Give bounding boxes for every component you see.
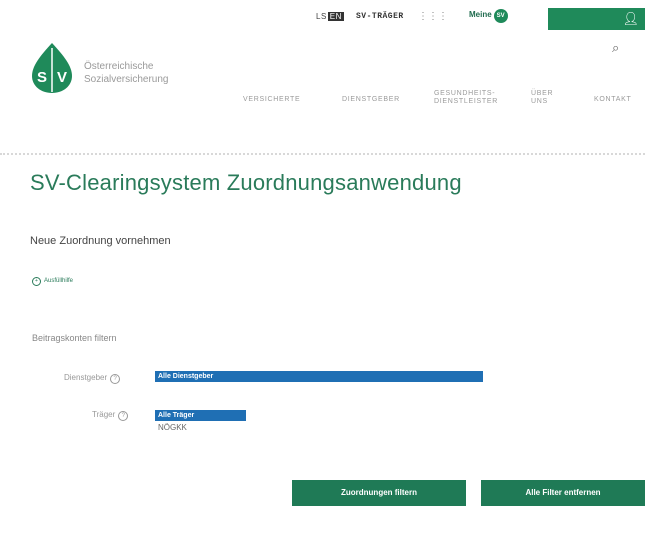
traeger-select-selected[interactable]: Alle Träger — [155, 410, 246, 421]
logo-text: Österreichische Sozialversicherung — [84, 60, 169, 86]
page-title: SV-Clearingsystem Zuordnungsanwendung — [30, 170, 462, 195]
meine-sv-link[interactable]: Meine SV — [469, 9, 508, 23]
dienstgeber-label: Dienstgeber? — [64, 373, 121, 384]
grid-icon[interactable]: ⋮⋮⋮ — [418, 11, 448, 22]
language-box: EN — [327, 12, 344, 21]
traeger-option[interactable]: NÖGKK — [158, 423, 187, 432]
filter-heading: Beitragskonten filtern — [32, 333, 117, 343]
logo-line-2: Sozialversicherung — [84, 74, 169, 85]
sv-logo[interactable]: S V — [30, 42, 74, 94]
help-icon[interactable]: ? — [118, 411, 129, 421]
nav-gesundheitsdienstleister[interactable]: GESUNDHEITS- DIENSTLEISTER — [434, 90, 498, 106]
nav-ueber-uns[interactable]: ÜBER UNS — [531, 90, 553, 106]
user-icon: 👤︎ — [622, 11, 639, 26]
search-icon[interactable]: ⌕ — [612, 40, 619, 56]
nav-gesundheit-line-2: DIENSTLEISTER — [434, 98, 498, 105]
help-icon[interactable]: ? — [110, 374, 121, 384]
nav-gesundheit-line-1: GESUNDHEITS- — [434, 90, 496, 97]
svg-text:V: V — [57, 69, 67, 86]
traeger-label: Träger? — [92, 410, 129, 421]
traeger-label-text: Träger — [92, 410, 116, 419]
nav-versicherte[interactable]: VERSICHERTE — [243, 96, 300, 104]
sv-traeger-link[interactable]: SV-TRÄGER — [356, 12, 404, 21]
header-divider — [0, 153, 645, 155]
filter-button[interactable]: Zuordnungen filtern — [292, 480, 466, 506]
nav-kontakt[interactable]: KONTAKT — [594, 96, 631, 104]
svg-text:S: S — [37, 69, 47, 86]
logo-line-1: Österreichische — [84, 61, 154, 72]
help-link[interactable]: + Ausfüllhilfe — [32, 277, 73, 286]
nav-dienstgeber[interactable]: DIENSTGEBER — [342, 96, 400, 104]
language-switch[interactable]: LS EN — [316, 12, 344, 21]
login-button[interactable]: 👤︎ — [548, 8, 645, 30]
meine-label: Meine — [469, 10, 492, 19]
reset-filters-button[interactable]: Alle Filter entfernen — [481, 480, 645, 506]
dienstgeber-label-text: Dienstgeber — [64, 373, 108, 382]
page-subtitle: Neue Zuordnung vornehmen — [30, 235, 171, 247]
language-label: LS — [316, 12, 327, 21]
dienstgeber-select[interactable]: Alle Dienstgeber — [155, 371, 483, 382]
meine-sv-badge: SV — [493, 9, 508, 23]
nav-ueber-line-1: ÜBER — [531, 90, 554, 97]
plus-circle-icon: + — [32, 277, 41, 286]
help-link-label: Ausfüllhilfe — [44, 278, 74, 284]
nav-ueber-line-2: UNS — [531, 98, 548, 105]
